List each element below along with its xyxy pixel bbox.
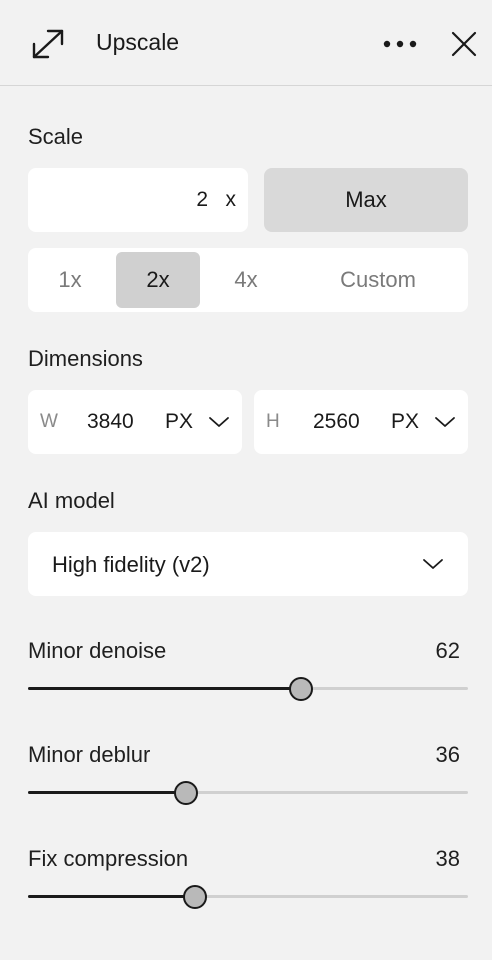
slider-label: Minor deblur [28,742,151,767]
scale-preset-selector: 1x 2x 4x Custom [28,248,468,312]
close-icon[interactable] [450,30,478,58]
height-unit: PX [391,410,420,433]
scale-option-4x[interactable]: 4x [208,252,284,308]
slider-label: Fix compression [28,846,189,871]
slider-thumb[interactable] [174,781,199,805]
width-value: 3840 [87,410,134,433]
height-letter: H [266,411,280,432]
scale-option-2x[interactable]: 2x [116,252,200,308]
chevron-down-icon[interactable] [208,415,230,429]
slider-label: Minor denoise [28,638,167,663]
slider-fill [28,895,196,898]
slider-fill [28,791,187,794]
ai-model-value: High fidelity (v2) [52,552,210,577]
ai-model-label: AI model [28,488,115,513]
more-horizontal-icon[interactable] [380,34,420,54]
slider-value: 62 [435,638,460,663]
height-field[interactable]: H 2560 PX [254,390,468,454]
slider-thumb[interactable] [288,677,313,701]
scale-option-1x[interactable]: 1x [32,252,108,308]
slider-value: 36 [435,742,460,767]
width-unit: PX [165,410,194,433]
fix-compression-slider: Fix compression 38 [28,846,468,916]
slider-fill [28,687,301,690]
minor-deblur-slider: Minor deblur 36 [28,742,468,812]
scale-input[interactable]: 2 x [28,168,248,232]
slider-value: 38 [435,846,460,871]
scale-label: Scale [28,124,84,149]
dimensions-label: Dimensions [28,346,143,371]
panel-title: Upscale [96,29,180,55]
panel-header: Upscale [0,0,492,86]
ai-model-select[interactable]: High fidelity (v2) [28,532,468,596]
scale-option-custom[interactable]: Custom [318,252,438,308]
upscale-panel: Upscale Scale 2 x Max 1x 2x 4x Custom Di… [0,0,492,960]
slider-thumb[interactable] [183,885,208,909]
width-field[interactable]: W 3840 PX [28,390,242,454]
width-letter: W [40,411,58,432]
minor-denoise-slider: Minor denoise 62 [28,638,468,708]
scale-unit: x [225,188,237,211]
chevron-down-icon[interactable] [434,415,456,429]
max-button[interactable]: Max [264,168,468,232]
scale-value: 2 [196,188,208,211]
expand-arrows-icon[interactable] [30,27,66,61]
chevron-down-icon [423,559,443,569]
height-value: 2560 [313,410,360,433]
